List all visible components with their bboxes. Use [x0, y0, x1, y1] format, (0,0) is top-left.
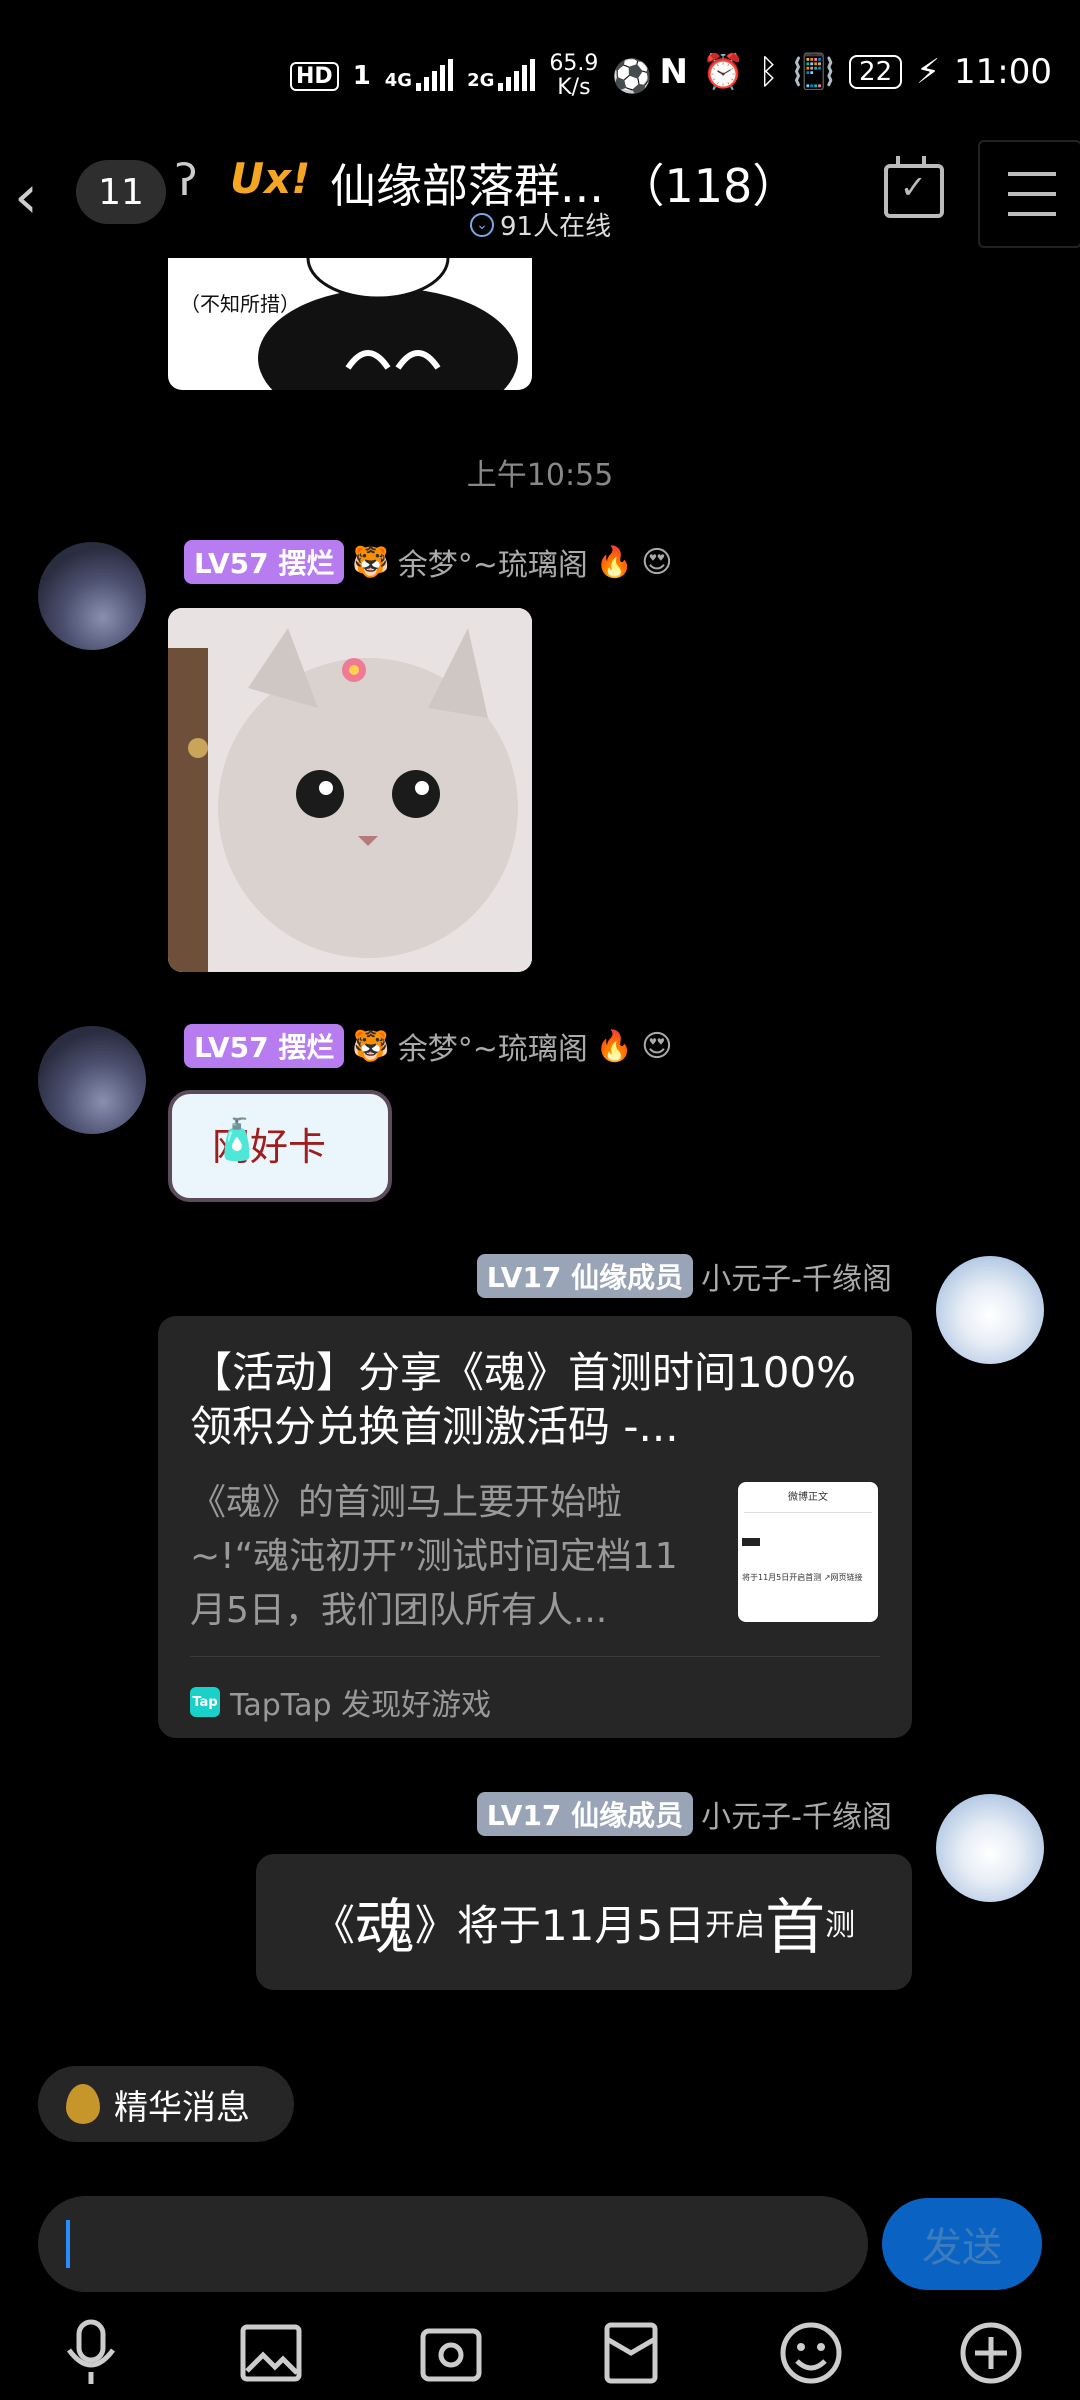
sticker-image[interactable]: 网好卡 🧴: [168, 1090, 392, 1202]
chat-header: ‹ 11 ʔ Ux! 仙缘部落群... （118） ⌄ 91人在线 ✓: [0, 140, 1080, 250]
sender-name[interactable]: 小元子-千缘阁: [701, 1254, 892, 1298]
signal-2g-icon: 2G: [467, 59, 536, 91]
avatar[interactable]: [38, 1026, 146, 1134]
text-message-bubble[interactable]: 《 魂 》 将于11月5日 开启 首 测: [256, 1854, 912, 1990]
time-separator: 上午10:55: [466, 458, 614, 493]
bluetooth-icon: ᛒ: [758, 52, 779, 92]
sender-name[interactable]: 余梦°~琉璃阁: [398, 540, 588, 584]
signal-4g-icon: 4G: [384, 59, 454, 91]
cat-image[interactable]: [168, 608, 532, 972]
emoji-icon[interactable]: [776, 2318, 846, 2388]
essence-messages-button[interactable]: 精华消息: [38, 2066, 294, 2142]
back-icon[interactable]: ‹: [14, 162, 38, 232]
essence-drop-icon: [66, 2084, 100, 2124]
input-toolbar: [0, 2310, 1080, 2400]
msg-part: 开启: [705, 1908, 766, 1943]
sender-name[interactable]: 小元子-千缘阁: [701, 1792, 892, 1836]
sim-indicator: 1: [352, 61, 371, 91]
plus-icon[interactable]: [956, 2318, 1026, 2388]
msg-part: 首: [765, 1892, 826, 1963]
nfc-icon: N: [659, 52, 688, 92]
thumb-title: 微博正文: [788, 1492, 828, 1503]
mic-icon[interactable]: [56, 2318, 126, 2388]
net-speed-value: 65.9: [549, 51, 599, 76]
sender-name[interactable]: 余梦°~琉璃阁: [398, 1024, 588, 1068]
tiger-icon: 🐯: [352, 544, 390, 580]
unread-count-badge[interactable]: 11: [76, 160, 166, 224]
net-speed-unit: K/s: [557, 75, 591, 100]
tiger-icon: 🐯: [352, 1028, 390, 1064]
card-divider: [190, 1656, 880, 1657]
fire-icon: 🔥: [595, 1028, 634, 1064]
level-badge: LV57 摆烂: [184, 540, 345, 584]
red-packet-icon[interactable]: [596, 2318, 666, 2388]
ear-icon[interactable]: ʔ: [175, 155, 197, 206]
battery-icon: 22: [849, 55, 903, 89]
avatar[interactable]: [936, 1256, 1044, 1364]
card-source-label: TapTap 发现好游戏: [230, 1688, 492, 1723]
net-speed: 65.9 K/s: [549, 52, 598, 100]
shared-link-card[interactable]: 【活动】分享《魂》首测时间100%领积分兑换首测激活码 -... 《魂》的首测马…: [158, 1316, 912, 1738]
level-badge: LV17 仙缘成员: [476, 1792, 694, 1836]
msg-part: 测: [825, 1908, 856, 1943]
online-count-label: 91人在线: [500, 212, 612, 242]
card-source: Tap TapTap 发现好游戏: [190, 1680, 491, 1724]
net-2g-label: 2G: [467, 70, 495, 91]
msg-part: 魂: [354, 1892, 415, 1963]
flower-face-icon: 😍: [641, 544, 673, 580]
card-thumbnail: 微博正文 将于11月5日开启首测 ↗网页链接: [738, 1482, 878, 1622]
status-bar: HD 1 4G 2G 65.9 K/s ⚽ N ⏰ ᛒ 📳 22 ⚡ 11:00: [0, 0, 1080, 150]
send-button[interactable]: 发送: [882, 2198, 1042, 2290]
sender-info: LV17 仙缘成员 小元子-千缘阁: [476, 1792, 892, 1836]
avatar[interactable]: [936, 1794, 1044, 1902]
sender-info: LV57 摆烂 🐯 余梦°~琉璃阁 🔥 😍: [184, 540, 673, 584]
hd-indicator: HD: [290, 61, 339, 91]
flower-face-icon: 😍: [641, 1028, 673, 1064]
alarm-icon: ⏰: [701, 52, 745, 92]
online-chevron-icon: ⌄: [470, 212, 494, 237]
panda-meme-image[interactable]: （不知所措）: [168, 258, 532, 390]
online-count[interactable]: ⌄ 91人在线: [470, 206, 611, 243]
card-title: 【活动】分享《魂》首测时间100%领积分兑换首测激活码 -...: [190, 1348, 857, 1451]
thumb-text: 将于11月5日开启首测 ↗网页链接: [742, 1573, 863, 1582]
message-input[interactable]: [38, 2196, 868, 2292]
cup-icon: 🧴: [212, 1117, 262, 1163]
avatar[interactable]: [38, 542, 146, 650]
fire-icon: 🔥: [595, 544, 634, 580]
sender-info: LV57 摆烂 🐯 余梦°~琉璃阁 🔥 😍: [184, 1024, 673, 1068]
camera-icon[interactable]: [416, 2318, 486, 2388]
text-caret: [66, 2220, 70, 2268]
taptap-icon: Tap: [190, 1687, 220, 1717]
menu-icon[interactable]: [978, 140, 1080, 248]
card-description: 《魂》的首测马上要开始啦~!“魂沌初开”测试时间定档11月5日，我们团队所有人.…: [190, 1482, 678, 1631]
level-badge: LV17 仙缘成员: [476, 1254, 694, 1298]
msg-part: 》: [414, 1900, 457, 1950]
image-icon[interactable]: [236, 2318, 306, 2388]
sender-info: LV17 仙缘成员 小元子-千缘阁: [476, 1254, 892, 1298]
net-4g-label: 4G: [384, 70, 413, 91]
charging-icon: ⚡: [916, 52, 941, 92]
msg-part: 将于11月5日: [456, 1900, 706, 1950]
vibrate-icon: 📳: [792, 52, 836, 92]
clock: 11:00: [954, 52, 1052, 92]
level-badge: LV57 摆烂: [184, 1024, 345, 1068]
group-logo: Ux!: [230, 154, 311, 203]
ball-icon: ⚽: [612, 57, 653, 95]
essence-label: 精华消息: [114, 2087, 250, 2128]
msg-part: 《: [312, 1900, 355, 1950]
calendar-check-icon[interactable]: ✓: [884, 156, 944, 218]
meme-caption: （不知所措）: [180, 292, 300, 316]
